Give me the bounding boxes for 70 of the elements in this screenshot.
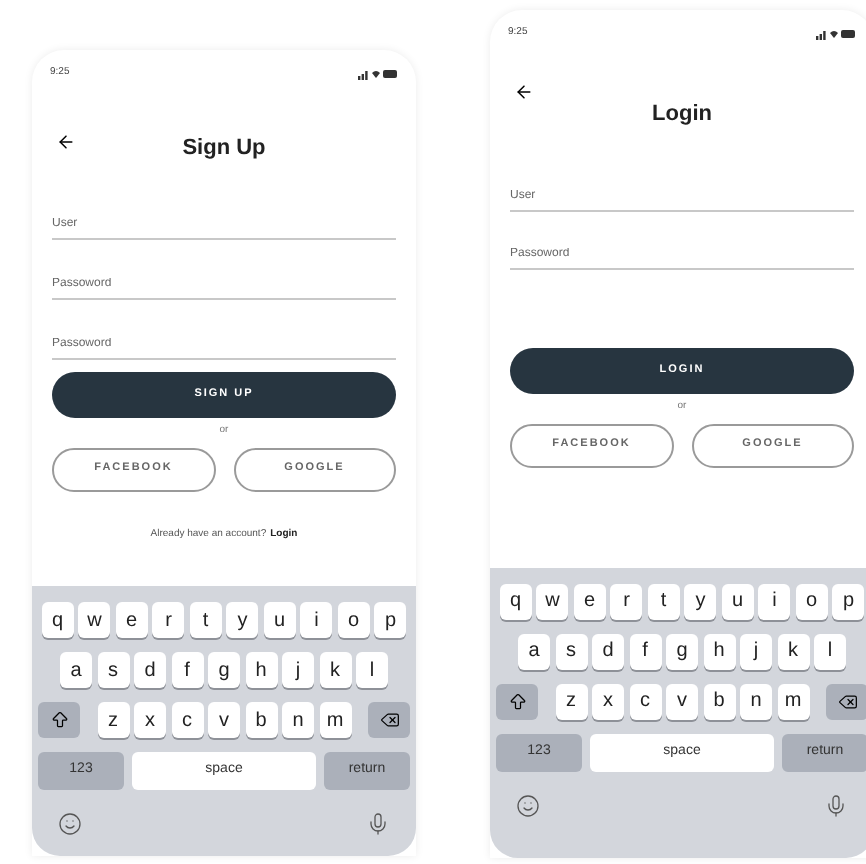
keyboard-key[interactable]: i: [758, 583, 791, 619]
keyboard-key[interactable]: e: [573, 583, 606, 619]
keyboard-key[interactable]: p: [374, 602, 407, 638]
keyboard-key[interactable]: u: [263, 602, 296, 638]
keyboard-key[interactable]: h: [245, 652, 277, 688]
keyboard-key[interactable]: v: [666, 683, 698, 719]
keyboard-key[interactable]: y: [684, 583, 717, 619]
keyboard-key[interactable]: l: [814, 633, 846, 669]
keyboard-key[interactable]: w: [536, 583, 569, 619]
keyboard-key[interactable]: g: [666, 633, 698, 669]
keyboard-key[interactable]: x: [134, 702, 166, 738]
shift-icon: [49, 710, 69, 730]
keyboard-key[interactable]: t: [189, 602, 222, 638]
keyboard-key[interactable]: m: [777, 683, 809, 719]
keyboard-key[interactable]: f: [629, 633, 661, 669]
keyboard-key[interactable]: n: [740, 683, 772, 719]
keyboard-key[interactable]: z: [555, 683, 587, 719]
keyboard-key[interactable]: o: [795, 583, 828, 619]
keyboard-key[interactable]: f: [171, 652, 203, 688]
keyboard-key[interactable]: d: [592, 633, 624, 669]
keyboard-key[interactable]: q: [41, 602, 74, 638]
keyboard-key[interactable]: c: [171, 702, 203, 738]
keyboard-key[interactable]: j: [740, 633, 772, 669]
back-icon[interactable]: [56, 131, 76, 151]
keyboard-key[interactable]: u: [721, 583, 754, 619]
keyboard-key[interactable]: c: [629, 683, 661, 719]
keyboard-key[interactable]: o: [337, 602, 370, 638]
keyboard-key[interactable]: s: [97, 652, 129, 688]
microphone-icon[interactable]: [366, 812, 390, 836]
keyboard-key[interactable]: a: [60, 652, 92, 688]
keyboard-key[interactable]: k: [777, 633, 809, 669]
keyboard-key[interactable]: t: [647, 583, 680, 619]
keyboard-key[interactable]: n: [282, 702, 314, 738]
keyboard-key[interactable]: h: [703, 633, 735, 669]
status-icons: [816, 27, 856, 40]
keyboard-key[interactable]: v: [208, 702, 240, 738]
keyboard-key[interactable]: a: [518, 633, 550, 669]
backspace-icon: [837, 691, 857, 711]
keyboard-key[interactable]: q: [499, 583, 532, 619]
shift-key[interactable]: [38, 702, 80, 738]
keyboard-key[interactable]: b: [703, 683, 735, 719]
keyboard-key[interactable]: k: [319, 652, 351, 688]
keyboard-key[interactable]: s: [555, 633, 587, 669]
keyboard-key[interactable]: z: [97, 702, 129, 738]
back-icon[interactable]: [514, 81, 534, 101]
keyboard-key[interactable]: y: [226, 602, 259, 638]
screen-title: Sign Up: [182, 133, 266, 163]
emoji-icon[interactable]: [58, 812, 82, 836]
keyboard-key[interactable]: e: [115, 602, 148, 638]
keyboard-key[interactable]: m: [319, 702, 351, 738]
backspace-key[interactable]: [826, 683, 866, 719]
backspace-icon: [379, 710, 399, 730]
keyboard-key[interactable]: b: [245, 702, 277, 738]
keyboard-key[interactable]: x: [592, 683, 624, 719]
keyboard-key[interactable]: i: [300, 602, 333, 638]
screen-title: Login: [652, 99, 712, 129]
status-icons: [358, 67, 398, 80]
keyboard-key[interactable]: p: [832, 583, 865, 619]
keyboard-key[interactable]: d: [134, 652, 166, 688]
keyboard-key[interactable]: l: [356, 652, 388, 688]
keyboard-key[interactable]: j: [282, 652, 314, 688]
shift-key[interactable]: [496, 683, 538, 719]
shift-icon: [507, 691, 527, 711]
keyboard-key[interactable]: r: [610, 583, 643, 619]
keyboard-key[interactable]: g: [208, 652, 240, 688]
backspace-key[interactable]: [368, 702, 410, 738]
emoji-icon[interactable]: [516, 793, 540, 817]
keyboard-key[interactable]: r: [152, 602, 185, 638]
microphone-icon[interactable]: [824, 793, 848, 817]
keyboard-key[interactable]: w: [78, 602, 111, 638]
